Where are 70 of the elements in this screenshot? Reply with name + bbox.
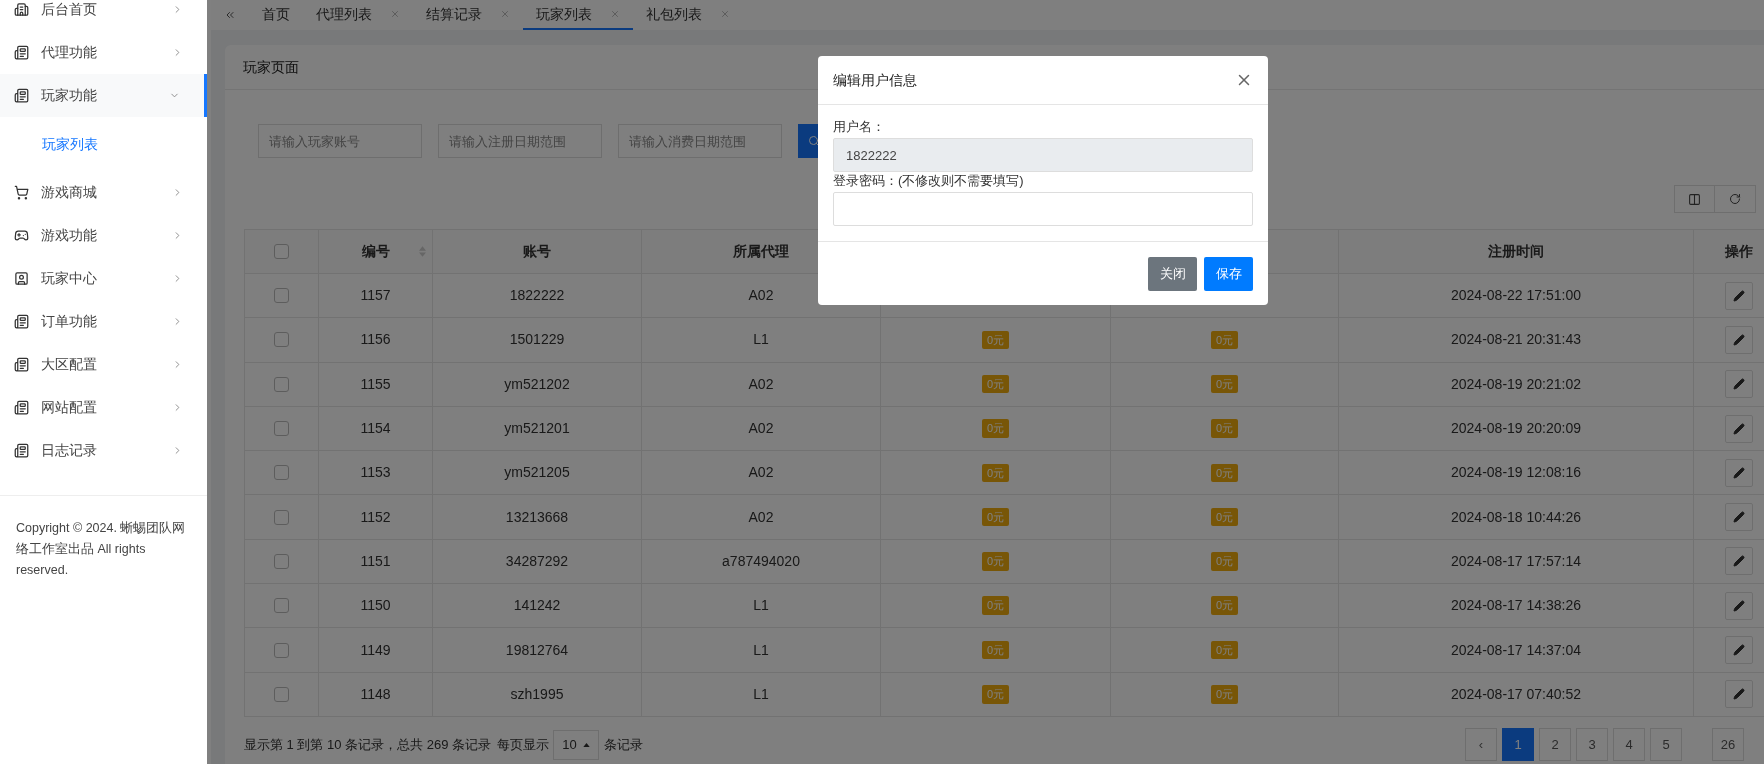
amount-badge: 0元 — [981, 640, 1010, 660]
amount-badge: 0元 — [1210, 463, 1239, 483]
table-cell-text: 2024-08-17 14:37:04 — [1451, 640, 1581, 660]
table-cell-text: 2024-08-18 10:44:26 — [1451, 507, 1581, 527]
column-header: 账号 — [523, 242, 551, 261]
amount-badge: 0元 — [981, 552, 1010, 571]
table-cell-text: 34287292 — [505, 551, 569, 571]
table-cell-text: 1150 — [360, 596, 391, 616]
table-cell-text: ym521201 — [504, 419, 570, 439]
table-cell-text: A02 — [748, 507, 774, 527]
table-cell-text: 1155 — [360, 374, 391, 394]
amount-badge: 0元 — [981, 596, 1010, 615]
dialog-title: 编辑用户信息 — [833, 70, 917, 90]
table-cell-text: 1148 — [360, 684, 391, 704]
table-cell-text: 1501229 — [509, 330, 565, 350]
column-header: 操作 — [1724, 242, 1753, 261]
table-cell-text: 2024-08-19 20:21:02 — [1451, 374, 1581, 394]
table-cell-text: 1152 — [360, 507, 391, 527]
table-cell-text: 2024-08-19 12:08:16 — [1451, 463, 1581, 483]
amount-badge: 0元 — [1210, 419, 1239, 438]
table-cell-text: A02 — [748, 374, 774, 394]
table-cell-text: L1 — [753, 596, 769, 616]
amount-badge: 0元 — [1210, 552, 1239, 571]
column-header: 注册时间 — [1488, 242, 1544, 261]
table-cell-text: A02 — [748, 419, 774, 439]
amount-badge: 0元 — [1210, 330, 1239, 350]
amount-badge: 0元 — [1210, 640, 1239, 660]
records-summary: 显示第 1 到第 10 条记录，总共 269 条记录 — [244, 736, 492, 755]
table-cell-text: A02 — [748, 463, 774, 483]
table-cell-text: 2024-08-19 20:20:09 — [1451, 419, 1581, 439]
table-cell-text: 1157 — [360, 286, 391, 306]
table-cell-text: L1 — [753, 330, 769, 350]
amount-badge: 0元 — [1210, 685, 1239, 704]
table-cell-text: a787494020 — [722, 551, 800, 571]
table-cell-text: L1 — [753, 640, 769, 660]
copyright-text: Copyright © 2024. 蜥蜴团队网络工作室出品 All rights reserved. — [16, 520, 187, 579]
amount-badge: 0元 — [1210, 596, 1239, 615]
amount-badge: 0元 — [981, 463, 1010, 483]
table-cell-text: 2024-08-17 07:40:52 — [1451, 684, 1581, 704]
table-cell-text: 1154 — [360, 419, 391, 439]
amount-badge: 0元 — [1210, 375, 1239, 394]
table-cell-text: 1153 — [360, 463, 391, 483]
table-cell-text: A02 — [748, 286, 774, 306]
table-cell-text: 1149 — [360, 640, 391, 660]
per-page-label: 每页显示 — [497, 736, 550, 755]
table-cell-text: 141242 — [513, 596, 561, 616]
amount-badge: 0元 — [981, 507, 1010, 527]
table-cell-text: 1151 — [360, 551, 391, 571]
table-cell-text: 13213668 — [505, 507, 569, 527]
table-cell-text: 1156 — [360, 330, 391, 350]
table-cell-text: 19812764 — [505, 640, 569, 660]
table-cell-text: L1 — [753, 684, 769, 704]
amount-badge: 0元 — [981, 375, 1010, 394]
column-header: 所属代理 — [733, 242, 789, 261]
table-cell-text: 2024-08-21 20:31:43 — [1451, 330, 1581, 350]
table-cell-text: szh1995 — [510, 684, 564, 704]
field-label: 登录密码：(不修改则不需要填写) — [833, 172, 1025, 190]
table-cell-text: 2024-08-17 17:57:14 — [1451, 551, 1581, 571]
table-cell-text: ym521202 — [504, 374, 570, 394]
table-cell-text: 1822222 — [509, 286, 565, 306]
panel-title: 玩家页面 — [243, 57, 299, 77]
table-cell-text: 2024-08-17 14:38:26 — [1451, 596, 1581, 616]
amount-badge: 0元 — [981, 330, 1010, 350]
amount-badge: 0元 — [981, 419, 1010, 438]
amount-badge: 0元 — [1210, 507, 1239, 527]
table-cell-text: 2024-08-22 17:51:00 — [1451, 286, 1581, 306]
per-page-suffix: 条记录 — [604, 736, 644, 755]
table-cell-text: ym521205 — [504, 463, 570, 483]
amount-badge: 0元 — [981, 685, 1010, 704]
field-label: 用户名： — [833, 118, 886, 136]
